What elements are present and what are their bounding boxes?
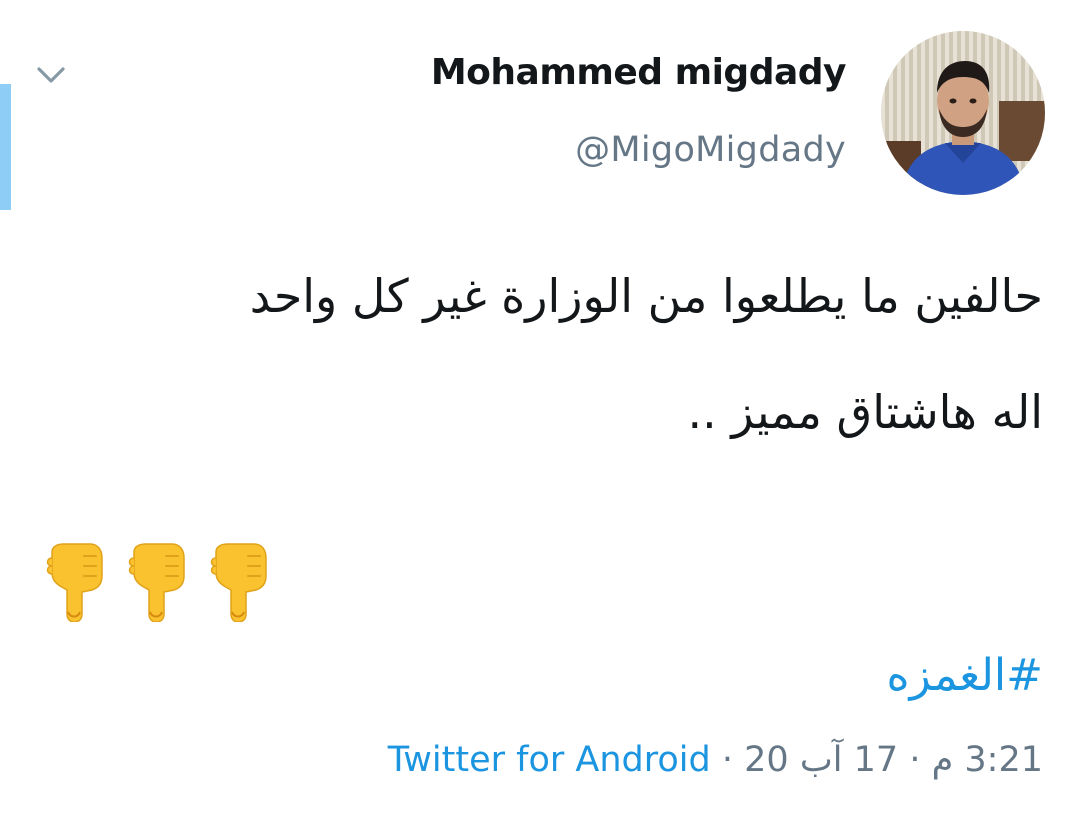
hashtag-link[interactable]: #الغمزه: [887, 650, 1044, 701]
meta-separator: ·: [909, 740, 921, 780]
chevron-down-icon[interactable]: [34, 58, 68, 92]
backhand-index-pointing-down-emoji: [46, 543, 103, 622]
user-handle[interactable]: @MigoMigdady: [575, 130, 846, 170]
tweet-text-line: اله هاشتاق مميز ..: [687, 385, 1043, 439]
tweet-detail: Mohammed migdady @MigoMigdady حالفين ما …: [0, 0, 1073, 820]
selection-accent-bar: [0, 84, 11, 210]
tweet-metadata: Twitter for Android · 17 آب 20 · 3:21 م: [388, 740, 1043, 780]
avatar[interactable]: [881, 31, 1045, 195]
backhand-index-pointing-down-emoji: [128, 543, 185, 622]
backhand-index-pointing-down-emoji: [210, 543, 267, 622]
tweet-text-line: حالفين ما يطلعوا من الوزارة غير كل واحد: [249, 269, 1043, 323]
tweet-text: حالفين ما يطلعوا من الوزارة غير كل واحد …: [43, 238, 1043, 470]
meta-separator: ·: [721, 740, 733, 780]
tweet-date[interactable]: 17 آب 20: [744, 740, 898, 780]
emoji-row: [44, 542, 270, 622]
source-link[interactable]: Twitter for Android: [388, 740, 711, 780]
tweet-time[interactable]: 3:21 م: [932, 740, 1043, 780]
display-name[interactable]: Mohammed migdady: [431, 52, 847, 93]
